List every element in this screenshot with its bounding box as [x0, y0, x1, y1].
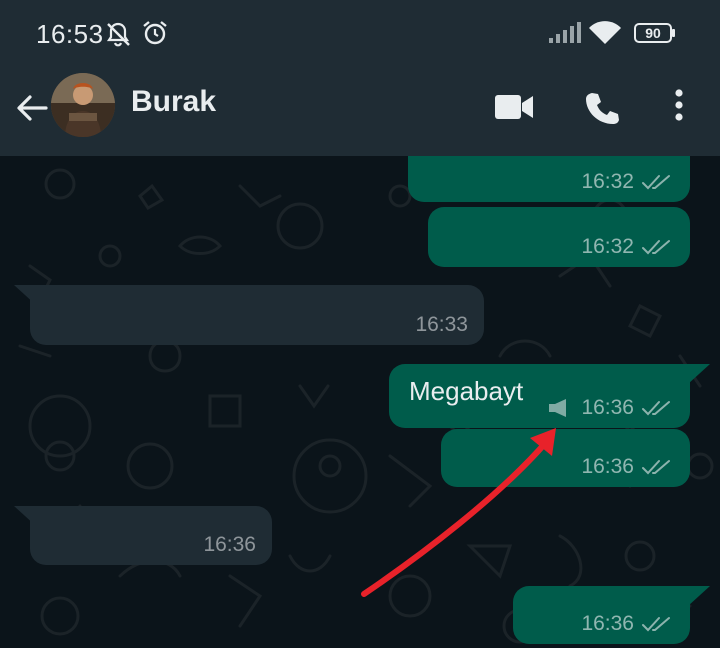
message-bubble-outgoing[interactable]: 16:32 — [408, 156, 690, 202]
message-time: 16:33 — [415, 313, 468, 336]
more-options-icon[interactable] — [670, 88, 688, 124]
message-meta: 16:32 — [581, 170, 672, 194]
double-check-icon — [642, 175, 670, 190]
alarm-icon — [143, 21, 167, 45]
status-bar: 16:53 90 — [0, 0, 720, 68]
chat-header: Burak — [0, 68, 720, 156]
message-bubble-outgoing[interactable]: 16:32 — [428, 207, 690, 267]
wifi-icon — [589, 21, 621, 44]
status-time: 16:53 — [36, 19, 104, 49]
message-meta: 16:33 — [415, 313, 468, 337]
double-check-icon — [642, 460, 670, 475]
message-time: 16:36 — [581, 396, 634, 419]
message-time: 16:36 — [581, 455, 634, 478]
bubble-tail — [688, 586, 710, 606]
contact-name[interactable]: Burak — [131, 85, 216, 119]
message-time: 16:36 — [203, 533, 256, 556]
message-time: 16:36 — [581, 612, 634, 635]
message-meta: 16:36 — [581, 455, 672, 479]
message-meta: 16:32 — [581, 235, 672, 259]
battery-level: 90 — [645, 25, 661, 41]
cell-signal-icon — [549, 22, 581, 43]
message-bubble-outgoing[interactable]: Megabayt 16:36 — [389, 364, 690, 428]
back-arrow-icon[interactable] — [12, 88, 52, 128]
double-check-icon — [642, 240, 670, 255]
message-bubble-outgoing[interactable]: 16:36 — [513, 586, 690, 644]
message-list[interactable]: 16:32 16:32 16:33 Megabayt 16:36 16:36 1… — [0, 156, 720, 648]
double-check-icon — [642, 617, 670, 632]
battery-indicator: 90 — [634, 23, 676, 43]
message-meta: 16:36 — [581, 612, 672, 636]
contact-avatar[interactable] — [51, 73, 115, 137]
bubble-tail — [688, 364, 710, 384]
message-bubble-incoming[interactable]: 16:33 — [30, 285, 484, 345]
message-meta: 16:36 — [203, 533, 256, 557]
message-text: Megabayt — [409, 376, 524, 406]
message-bubble-incoming[interactable]: 16:36 — [30, 506, 272, 565]
message-bubble-outgoing[interactable]: 16:36 — [441, 429, 690, 487]
broadcast-megaphone-icon — [549, 399, 567, 417]
message-time: 16:32 — [581, 170, 634, 193]
video-call-icon[interactable] — [494, 93, 534, 121]
double-check-icon — [642, 401, 670, 416]
message-meta: 16:36 — [547, 396, 672, 420]
notifications-muted-icon — [106, 22, 130, 47]
voice-call-icon[interactable] — [584, 90, 620, 126]
message-time: 16:32 — [581, 235, 634, 258]
